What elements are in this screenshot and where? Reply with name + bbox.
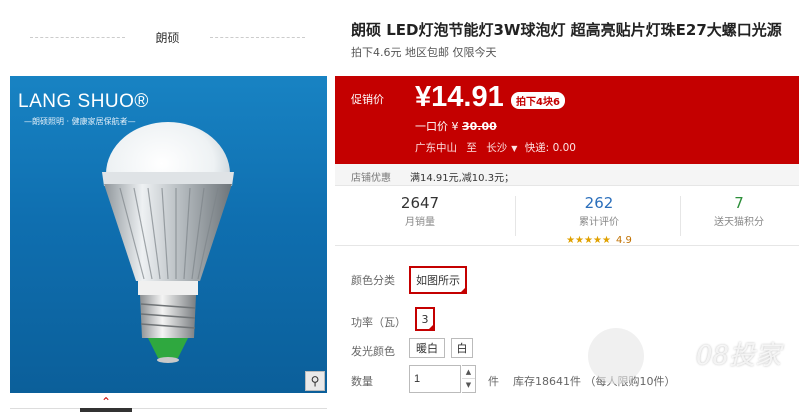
product-gallery: 朗硕 LANG SHUO® —朗硕照明 · 健康家居保航者— ⚲ ⌃	[0, 0, 330, 412]
stock-info: 库存18641件 （每人限购10件）	[513, 375, 676, 388]
zoom-icon[interactable]: ⚲	[305, 371, 325, 391]
power-option-label: 功率（瓦）	[351, 316, 406, 329]
product-main-image[interactable]: LANG SHUO® —朗硕照明 · 健康家居保航者— ⚲	[10, 76, 327, 393]
watermark-house-icon	[588, 328, 644, 384]
quantity-increase-icon[interactable]: ▲	[462, 366, 475, 379]
points-value: 7	[734, 194, 744, 212]
original-price-value: 30.00	[462, 120, 497, 133]
light-color-white[interactable]: 白	[451, 338, 473, 358]
color-option-label: 颜色分类	[351, 274, 395, 287]
ship-to-label: 至	[466, 142, 477, 154]
promo-price-label: 促销价	[351, 93, 384, 106]
product-title: 朗硕 LED灯泡节能灯3W球泡灯 超高亮贴片灯珠E27大螺口光源	[351, 21, 782, 39]
monthly-sales-value: 2647	[400, 194, 440, 212]
promo-tag: 拍下4块6	[511, 92, 565, 109]
power-option-selected[interactable]: 3	[415, 307, 435, 331]
thumbnail-strip	[10, 408, 327, 409]
original-price: 一口价 ¥ 30.00	[415, 118, 497, 134]
rating-stars-icon: ★★★★★	[566, 235, 611, 246]
store-coupon: 店铺优惠 满14.91元,减10.3元；	[335, 164, 799, 186]
quantity-unit: 件	[488, 375, 499, 388]
divider	[680, 196, 681, 236]
monthly-sales: 2647 月销量	[345, 194, 495, 228]
shipping-info: 广东中山 至 长沙 ▼ 快递: 0.00	[415, 140, 576, 155]
product-subtitle: 拍下4.6元 地区包邮 仅限今天	[351, 46, 497, 59]
divider	[210, 37, 305, 38]
led-bulb-illustration	[102, 122, 234, 363]
ship-from: 广东中山	[415, 142, 457, 154]
original-price-label: 一口价 ¥	[415, 120, 459, 133]
quantity-decrease-icon[interactable]: ▼	[462, 379, 475, 392]
light-color-label: 发光颜色	[351, 345, 395, 358]
coupon-label: 店铺优惠	[351, 173, 391, 184]
quantity-input[interactable]	[409, 365, 461, 393]
promo-panel: 促销价 ¥14.91 拍下4块6 一口价 ¥ 30.00 广东中山 至 长沙 ▼ …	[335, 76, 799, 164]
chevron-down-icon[interactable]: ▼	[511, 144, 517, 153]
reviews-count[interactable]: 262	[524, 194, 674, 212]
quantity-stepper[interactable]: ▲ ▼	[462, 365, 476, 393]
store-header: 朗硕	[30, 20, 305, 54]
light-color-warm-white[interactable]: 暖白	[409, 338, 445, 358]
reviews-label: 累计评价	[579, 217, 619, 228]
monthly-sales-label: 月销量	[405, 217, 435, 228]
color-option-selected[interactable]: 如图所示	[409, 266, 467, 294]
product-stats: 2647 月销量 262 累计评价 ★★★★★ 4.9 7 送天猫积分	[335, 186, 799, 246]
watermark: 08投家	[695, 341, 781, 371]
tmall-points: 7 送天猫积分	[689, 194, 789, 228]
express-fee: 快递: 0.00	[524, 142, 576, 154]
reviews[interactable]: 262 累计评价 ★★★★★ 4.9	[524, 194, 674, 247]
promo-price: ¥14.91	[415, 81, 504, 113]
points-label: 送天猫积分	[714, 217, 764, 228]
divider	[515, 196, 516, 236]
coupon-value: 满14.91元,减10.3元；	[410, 173, 515, 184]
quantity-label: 数量	[351, 375, 373, 388]
rating-value: 4.9	[616, 235, 632, 246]
ship-to-select[interactable]: 长沙	[486, 142, 507, 154]
thumbnail-nav-up-icon[interactable]: ⌃	[80, 396, 132, 412]
